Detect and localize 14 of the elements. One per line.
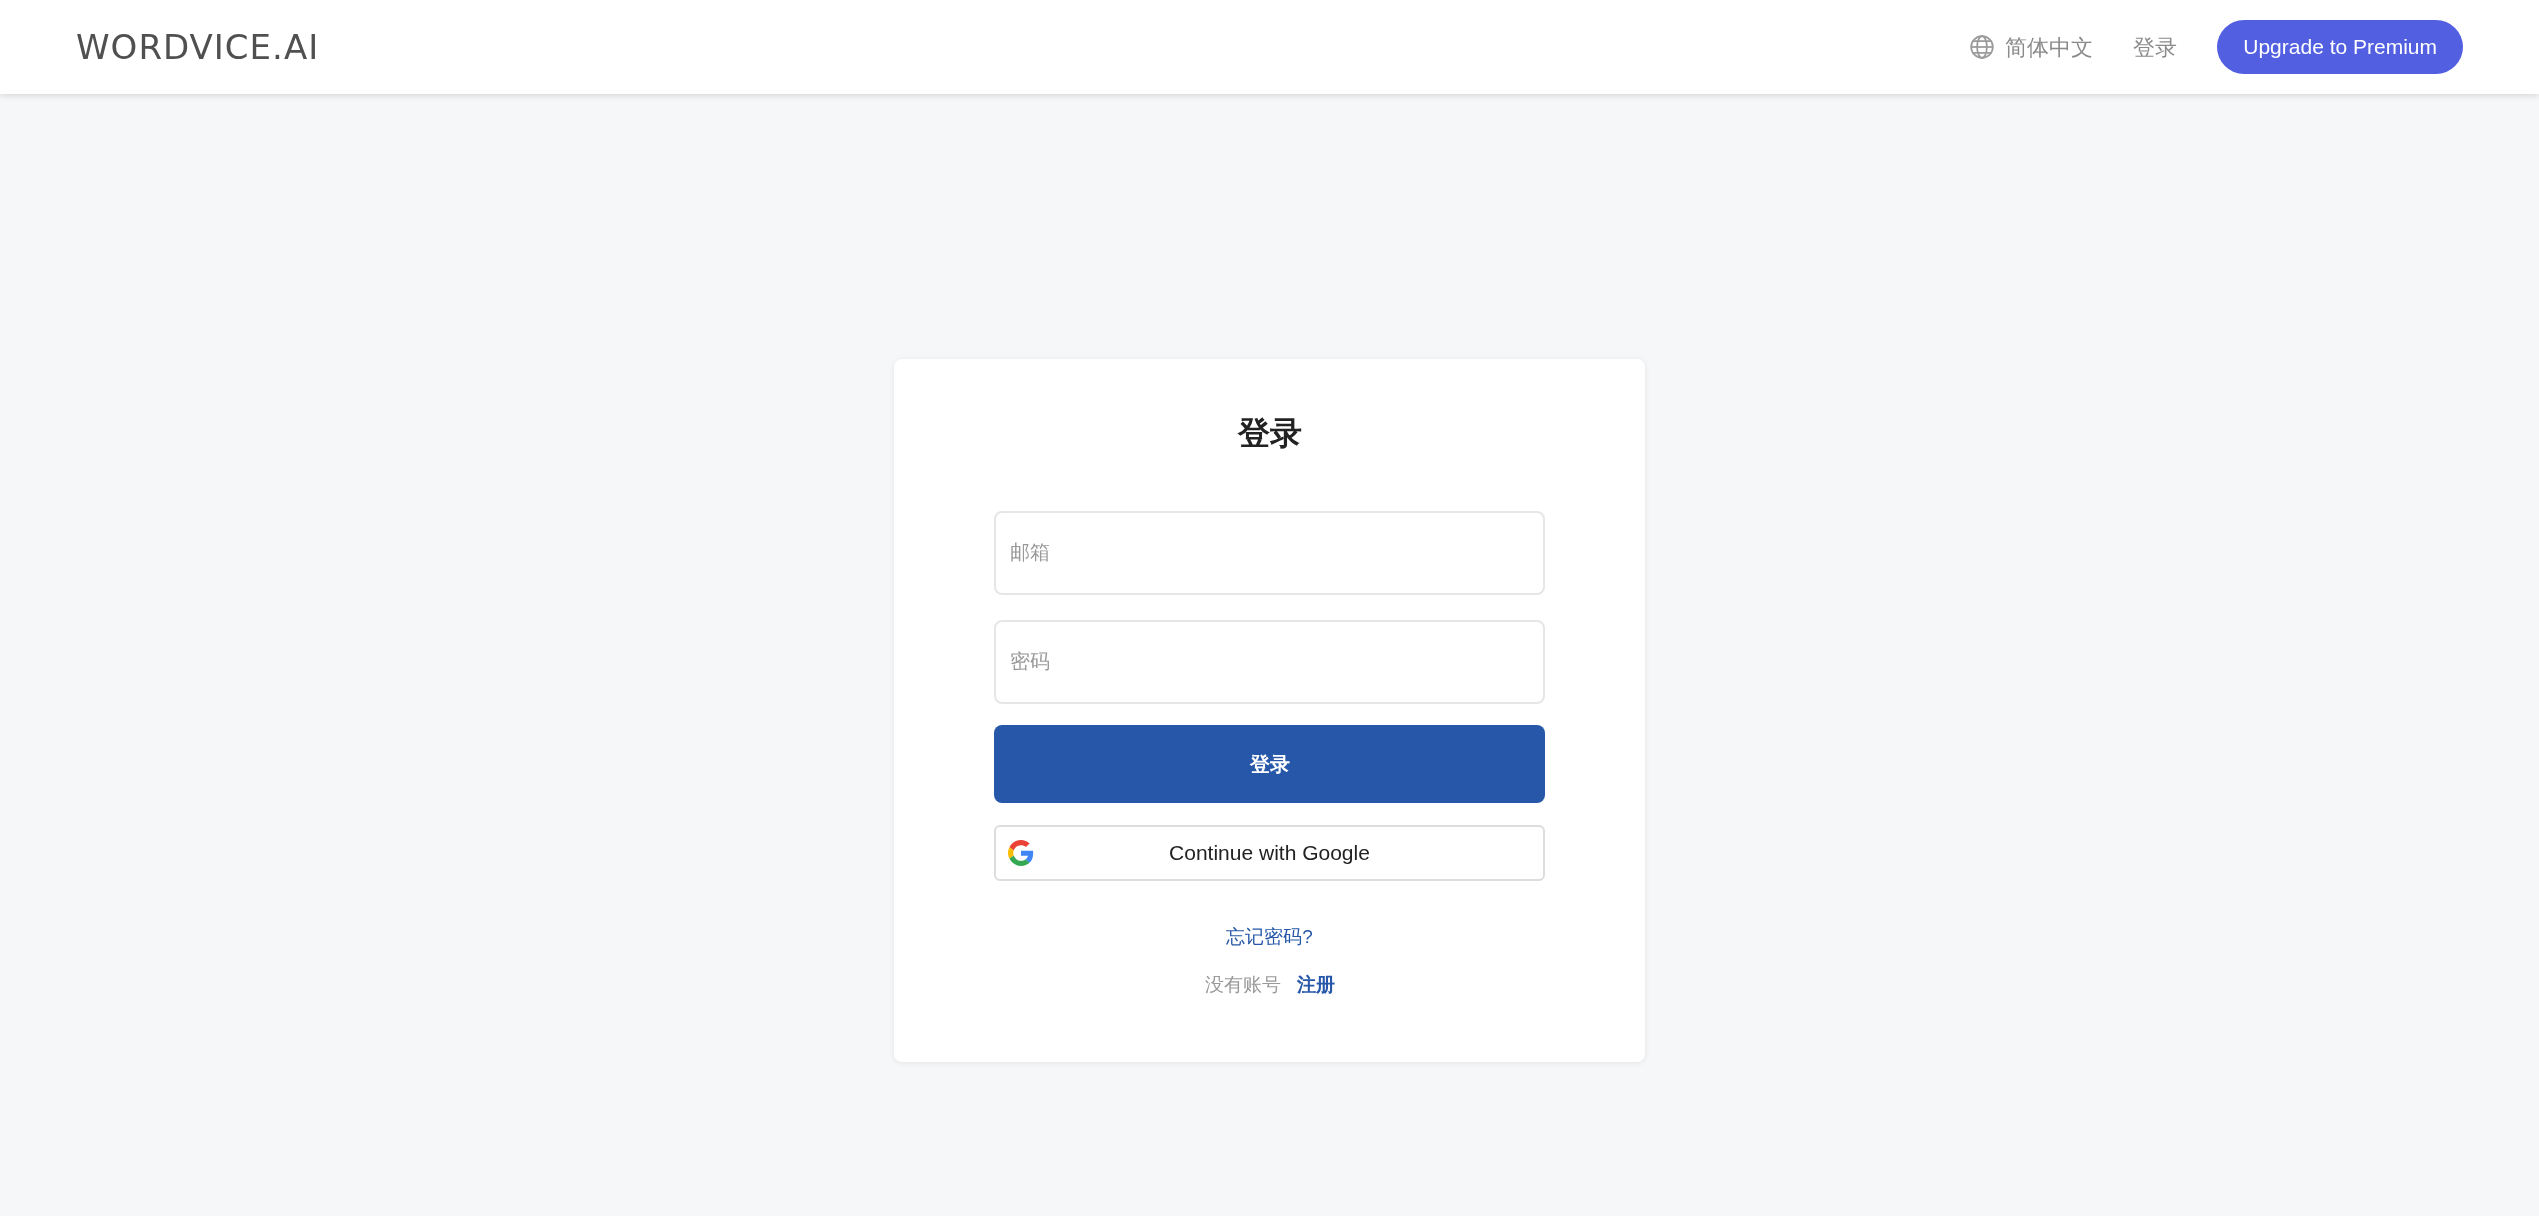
logo[interactable]: WORDVICE.AI bbox=[76, 21, 320, 73]
globe-icon bbox=[1969, 34, 1996, 60]
email-field[interactable]: 邮箱 bbox=[994, 510, 1545, 595]
register-link[interactable]: 注册 bbox=[1296, 971, 1335, 1000]
language-selector[interactable]: 简体中文 bbox=[2005, 30, 2094, 64]
no-account-text: 没有账号 bbox=[1204, 973, 1281, 997]
login-title: 登录 bbox=[1236, 413, 1303, 453]
login-button[interactable]: 登录 bbox=[994, 724, 1545, 803]
forgot-password-link[interactable]: 忘记密码? bbox=[1226, 925, 1313, 947]
upgrade-button[interactable]: Upgrade to Premium bbox=[2217, 20, 2463, 74]
login-link[interactable]: 登录 bbox=[2133, 30, 2178, 64]
google-icon bbox=[1008, 839, 1034, 866]
password-field[interactable]: 密码 bbox=[994, 619, 1545, 704]
google-button[interactable]: Continue with Google bbox=[994, 824, 1545, 881]
